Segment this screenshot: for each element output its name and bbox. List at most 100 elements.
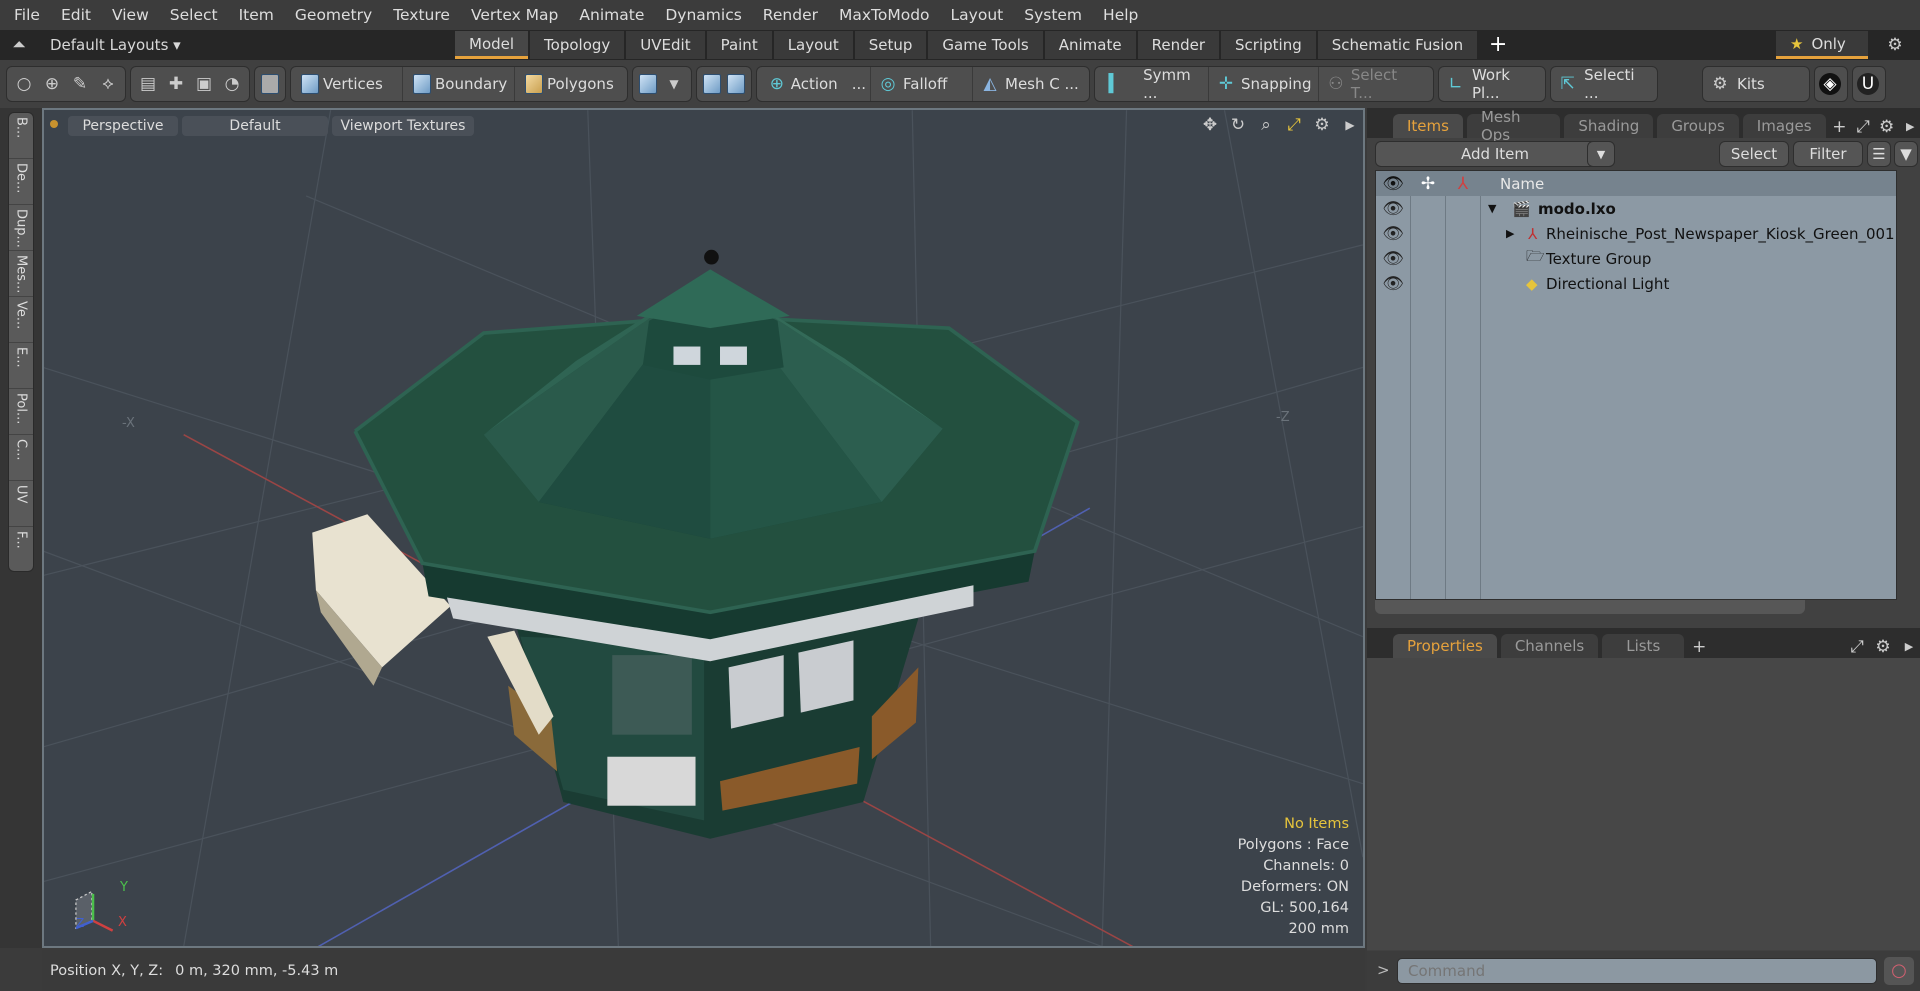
tool-tab-mesh-edit[interactable]: Mes...: [9, 251, 33, 297]
menu-help[interactable]: Help: [1103, 6, 1138, 24]
chevron-down-icon[interactable]: ▼: [663, 73, 685, 95]
menu-view[interactable]: View: [112, 6, 149, 24]
tree-row[interactable]: 👁 ◆ Directional Light: [1376, 271, 1896, 296]
shading-style-button[interactable]: Default: [182, 116, 328, 136]
lasso-icon[interactable]: ⟡: [97, 73, 119, 95]
circle-select-icon[interactable]: ○: [13, 73, 35, 95]
cross-icon[interactable]: ✚: [165, 73, 187, 95]
tab-shading[interactable]: Shading: [1564, 114, 1654, 138]
pen-icon[interactable]: ✎: [69, 73, 91, 95]
falloff-button[interactable]: ◎ Falloff: [873, 67, 973, 101]
snapping-button[interactable]: ✛ Snapping: [1211, 67, 1319, 101]
filter-button[interactable]: Filter: [1793, 141, 1863, 167]
eye-header-icon[interactable]: 👁: [1382, 173, 1404, 195]
menu-animate[interactable]: Animate: [579, 6, 644, 24]
add-properties-tab-icon[interactable]: +: [1688, 636, 1710, 658]
menu-item[interactable]: Item: [239, 6, 274, 24]
tab-channels[interactable]: Channels: [1500, 634, 1599, 658]
gear-icon[interactable]: ⚙: [1884, 34, 1906, 56]
menu-system[interactable]: System: [1024, 6, 1082, 24]
menu-select[interactable]: Select: [170, 6, 218, 24]
collapse-up-icon[interactable]: ⏶: [8, 34, 30, 56]
command-input[interactable]: [1397, 958, 1877, 984]
zoom-icon[interactable]: ⌕: [1255, 114, 1277, 136]
tree-row[interactable]: 👁 ▼ 🎬 modo.lxo: [1376, 196, 1896, 221]
tree-row[interactable]: 👁 🗁 Texture Group: [1376, 246, 1896, 271]
maximize-properties-icon[interactable]: ⤢: [1846, 636, 1868, 658]
add-item-button[interactable]: Add Item: [1375, 141, 1615, 167]
tab-scripting[interactable]: Scripting: [1221, 31, 1316, 59]
pan-icon[interactable]: ✥: [1199, 114, 1221, 136]
stack-icon[interactable]: ▤: [137, 73, 159, 95]
selection-sets-button[interactable]: ⇱ Selecti ...: [1550, 66, 1658, 102]
clock-icon[interactable]: ◔: [221, 73, 243, 95]
menu-maxtomodo[interactable]: MaxToModo: [839, 6, 930, 24]
eye-icon[interactable]: 👁: [1382, 198, 1404, 220]
menu-edit[interactable]: Edit: [61, 6, 91, 24]
properties-arrow-icon[interactable]: ▶: [1898, 636, 1920, 658]
tab-game-tools[interactable]: Game Tools: [928, 31, 1043, 59]
material-cube-icon[interactable]: [639, 74, 657, 94]
tab-schematic-fusion[interactable]: Schematic Fusion: [1317, 31, 1478, 59]
tool-tab-polygon[interactable]: Pol...: [9, 389, 33, 435]
eye-icon[interactable]: 👁: [1382, 273, 1404, 295]
menu-geometry[interactable]: Geometry: [295, 6, 372, 24]
tool-tab-uv[interactable]: UV: [9, 481, 33, 527]
tab-images[interactable]: Images: [1742, 114, 1826, 138]
tab-layout[interactable]: Layout: [773, 31, 853, 59]
tool-tab-duplicate[interactable]: Dup...: [9, 205, 33, 251]
tool-tab-fusion[interactable]: F...: [9, 527, 33, 573]
tab-mesh-ops[interactable]: Mesh Ops: [1466, 108, 1561, 144]
menu-layout[interactable]: Layout: [951, 6, 1004, 24]
maximize-panel-icon[interactable]: ⤢: [1853, 116, 1873, 138]
tree-horizontal-scrollbar[interactable]: [1375, 600, 1805, 614]
menu-vertex-map[interactable]: Vertex Map: [471, 6, 558, 24]
unity-button[interactable]: ◈: [1814, 66, 1848, 102]
mesh-constraint-button[interactable]: ◭ Mesh C ...: [975, 67, 1083, 101]
lock-header-icon[interactable]: ✢: [1417, 173, 1439, 195]
tab-animate[interactable]: Animate: [1044, 31, 1136, 59]
tab-setup[interactable]: Setup: [854, 31, 927, 59]
polygons-button[interactable]: Polygons: [521, 67, 621, 101]
record-icon[interactable]: ○: [1884, 957, 1914, 985]
select-through-button[interactable]: ⚇ Select T...: [1321, 66, 1427, 102]
tab-model[interactable]: Model: [455, 31, 529, 59]
properties-gear-icon[interactable]: ⚙: [1872, 636, 1894, 658]
name-column-header[interactable]: Name: [1500, 175, 1544, 193]
only-toggle[interactable]: ★ Only: [1776, 31, 1868, 59]
3d-viewport[interactable]: Y X Z -X -Z Perspective Default Viewport…: [42, 108, 1365, 948]
frame-icon[interactable]: ▣: [193, 73, 215, 95]
globe-icon[interactable]: ⊕: [41, 73, 63, 95]
panel-gear-icon[interactable]: ⚙: [1877, 116, 1897, 138]
expand-arrow-icon[interactable]: ▶: [1506, 227, 1514, 240]
menu-render[interactable]: Render: [763, 6, 818, 24]
symmetry-button[interactable]: ▍ Symm ...: [1101, 66, 1209, 102]
workplane-button[interactable]: ∟ Work Pl...: [1438, 66, 1546, 102]
tool-tab-basic[interactable]: B...: [9, 113, 33, 159]
add-panel-tab-icon[interactable]: +: [1830, 116, 1850, 138]
item-mode-button[interactable]: [254, 66, 286, 102]
menu-dynamics[interactable]: Dynamics: [665, 6, 741, 24]
menu-texture[interactable]: Texture: [393, 6, 450, 24]
tab-properties[interactable]: Properties: [1393, 634, 1497, 658]
viewport-textures-button[interactable]: Viewport Textures: [332, 116, 474, 136]
expand-arrow-icon[interactable]: ▶: [1339, 114, 1361, 136]
tab-groups[interactable]: Groups: [1657, 114, 1739, 138]
tool-tab-deform[interactable]: De...: [9, 159, 33, 205]
tree-row[interactable]: 👁 ▶ ⅄ Rheinische_Post_Newspaper_Kiosk_Gr…: [1376, 221, 1896, 246]
tool-tab-vertex[interactable]: Ve...: [9, 297, 33, 343]
locator-header-icon[interactable]: ⅄: [1452, 173, 1474, 195]
vertices-button[interactable]: Vertices: [297, 67, 403, 101]
eye-icon[interactable]: 👁: [1382, 248, 1404, 270]
add-item-dropdown[interactable]: ▼: [1587, 141, 1615, 167]
add-tab-icon[interactable]: +: [1487, 34, 1509, 56]
unreal-button[interactable]: U: [1852, 66, 1886, 102]
tab-render[interactable]: Render: [1137, 31, 1220, 59]
tab-items[interactable]: Items: [1393, 114, 1463, 138]
viewport-gear-icon[interactable]: ⚙: [1311, 114, 1333, 136]
panel-arrow-icon[interactable]: ▶: [1900, 116, 1920, 138]
rotate-icon[interactable]: ↻: [1227, 114, 1249, 136]
tab-uvedit[interactable]: UVEdit: [626, 31, 705, 59]
maximize-icon[interactable]: ⤢: [1283, 114, 1305, 136]
view-type-button[interactable]: Perspective: [68, 116, 178, 136]
